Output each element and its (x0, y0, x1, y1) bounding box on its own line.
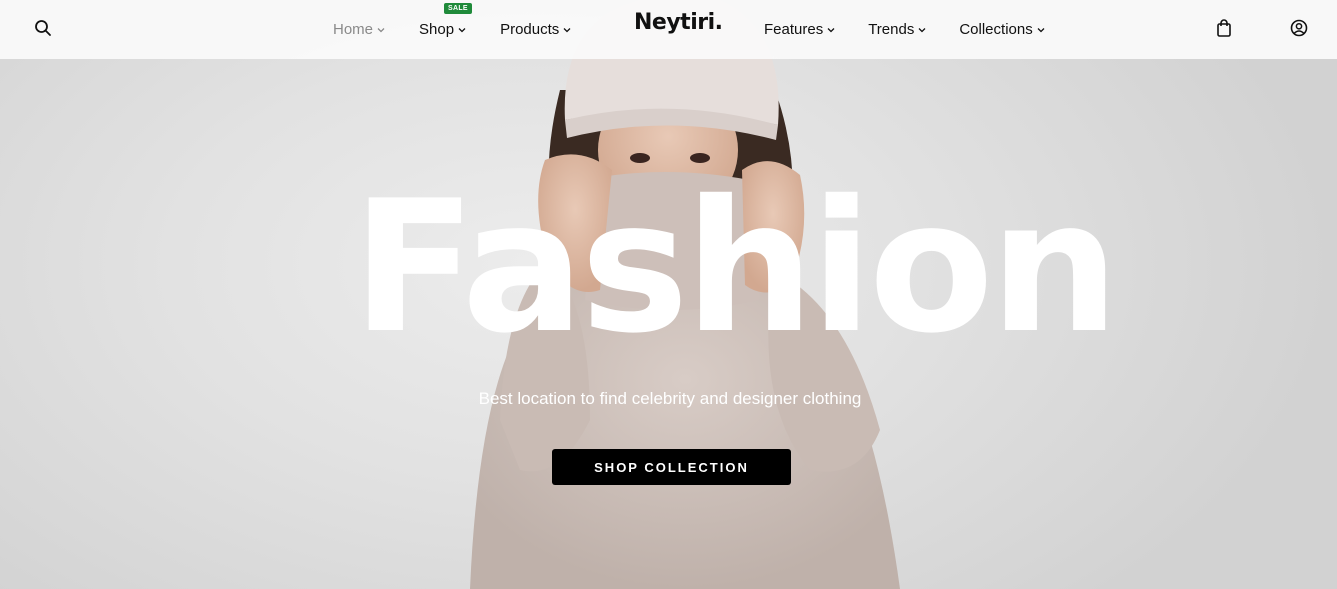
chevron-down-icon (918, 26, 926, 34)
site-header: Home SALE Shop Products Neytiri. Feature… (0, 0, 1337, 59)
nav-item-home[interactable]: Home (333, 21, 385, 38)
user-account-icon[interactable] (1288, 17, 1310, 39)
hero-subtitle: Best location to find celebrity and desi… (478, 389, 862, 408)
chevron-down-icon (458, 26, 466, 34)
shopping-bag-icon[interactable] (1213, 17, 1235, 39)
nav-item-label: Home (333, 21, 374, 38)
nav-item-shop[interactable]: SALE Shop (419, 3, 472, 38)
nav-item-collections[interactable]: Collections (959, 21, 1045, 38)
search-icon[interactable] (32, 17, 54, 39)
nav-item-label: Collections (959, 21, 1033, 38)
nav-item-products[interactable]: Products (500, 21, 571, 38)
chevron-down-icon (1037, 26, 1045, 34)
brand-logo[interactable]: Neytiri. (634, 10, 723, 35)
nav-item-label: Trends (868, 21, 915, 38)
nav-item-label: Products (500, 21, 560, 38)
chevron-down-icon (377, 26, 385, 34)
primary-nav-right: Features Trends Collections (764, 0, 1078, 59)
primary-nav-left: Home SALE Shop Products (333, 0, 605, 59)
chevron-down-icon (563, 26, 571, 34)
nav-item-label: Features (764, 21, 824, 38)
nav-item-features[interactable]: Features (764, 21, 835, 38)
shop-collection-button[interactable]: SHOP COLLECTION (552, 449, 791, 485)
sale-badge: SALE (444, 3, 472, 14)
hero-section: Fashion Best location to find celebrity … (0, 0, 1337, 589)
nav-item-label: Shop (419, 21, 455, 38)
nav-item-trends[interactable]: Trends (868, 21, 926, 38)
chevron-down-icon (827, 26, 835, 34)
hero-title: Fashion (352, 161, 1119, 373)
